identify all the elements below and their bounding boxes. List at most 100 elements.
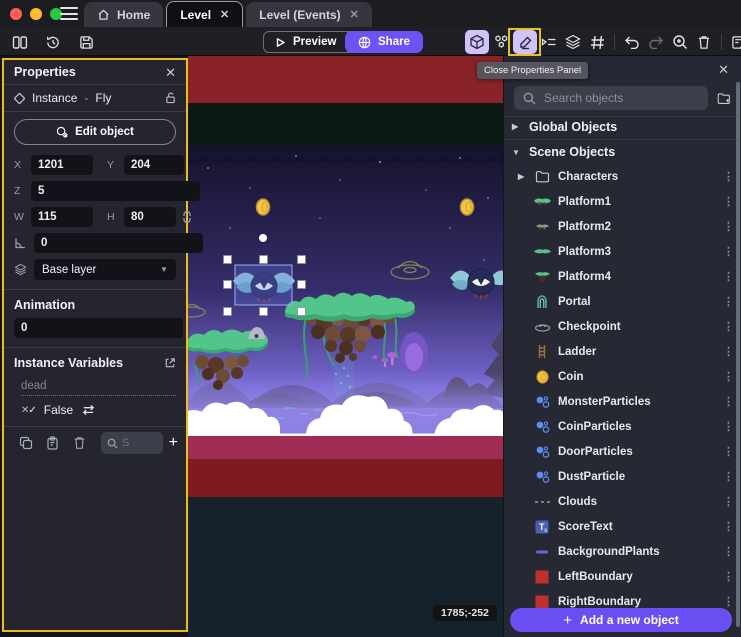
object-item-doorparticles[interactable]: ▶ DoorParticles ⋮: [504, 439, 741, 464]
object-menu-icon[interactable]: ⋮: [723, 220, 733, 233]
angle-field[interactable]: [34, 233, 203, 253]
object-menu-icon[interactable]: ⋮: [723, 395, 733, 408]
close-tab-icon[interactable]: ✕: [220, 8, 229, 21]
object-item-platform3[interactable]: ▶ Platform3 ⋮: [504, 239, 741, 264]
rotation-angle-icon: [14, 237, 28, 249]
object-menu-icon[interactable]: ⋮: [723, 295, 733, 308]
object-menu-icon[interactable]: ⋮: [723, 170, 733, 183]
tab-bar: Home Level ✕ Level (Events) ✕: [84, 1, 372, 27]
object-menu-icon[interactable]: ⋮: [723, 495, 733, 508]
trash-icon[interactable]: [66, 436, 93, 450]
add-object-button[interactable]: + Add a new object: [510, 608, 732, 632]
object-item-clouds[interactable]: ▶ Clouds ⋮: [504, 489, 741, 514]
instance-icon: [14, 93, 25, 104]
layers-icon[interactable]: [561, 30, 585, 54]
variables-search-input[interactable]: [122, 437, 146, 449]
variable-name[interactable]: dead: [21, 380, 176, 396]
3d-view-icon[interactable]: [465, 30, 489, 54]
properties-panel-icon[interactable]: [513, 30, 537, 54]
close-window-button[interactable]: [10, 8, 22, 20]
copy-icon[interactable]: [12, 436, 39, 450]
red-square-icon: [532, 569, 552, 585]
zoom-in-icon[interactable]: [668, 30, 692, 54]
close-objects-icon[interactable]: ✕: [718, 62, 729, 78]
object-item-backgroundplants[interactable]: ▶ BackgroundPlants ⋮: [504, 539, 741, 564]
redo-icon[interactable]: [644, 30, 668, 54]
open-variables-editor-icon[interactable]: [164, 357, 176, 369]
minimize-window-button[interactable]: [30, 8, 42, 20]
object-item-monsterparticles[interactable]: ▶ MonsterParticles ⋮: [504, 389, 741, 414]
object-menu-icon[interactable]: ⋮: [723, 520, 733, 533]
tab-home[interactable]: Home: [84, 2, 163, 27]
width-field[interactable]: [31, 207, 93, 227]
object-item-checkpoint[interactable]: ▶ Checkpoint ⋮: [504, 314, 741, 339]
panels-layout-icon[interactable]: [8, 32, 32, 52]
scene-canvas[interactable]: 1785;-252: [188, 56, 503, 637]
object-item-scoretext[interactable]: ▶ Tx ScoreText ⋮: [504, 514, 741, 539]
object-menu-icon[interactable]: ⋮: [723, 370, 733, 383]
object-menu-icon[interactable]: ⋮: [723, 270, 733, 283]
scene-properties-icon[interactable]: [727, 30, 741, 54]
toggle-value-icon[interactable]: [81, 404, 96, 416]
object-menu-icon[interactable]: ⋮: [723, 320, 733, 333]
object-menu-icon[interactable]: ⋮: [723, 470, 733, 483]
history-icon[interactable]: [41, 32, 65, 52]
share-button[interactable]: Share: [345, 31, 423, 53]
object-menu-icon[interactable]: ⋮: [723, 595, 733, 608]
object-menu-icon[interactable]: ⋮: [723, 245, 733, 258]
object-item-dustparticle[interactable]: ▶ DustParticle ⋮: [504, 464, 741, 489]
tab-level[interactable]: Level ✕: [166, 1, 243, 27]
close-tab-icon[interactable]: ✕: [350, 8, 359, 21]
add-folder-icon[interactable]: [717, 91, 731, 106]
paste-icon[interactable]: [39, 436, 66, 450]
variable-value: False: [44, 403, 73, 417]
link-dimensions-icon[interactable]: [182, 210, 196, 224]
main-menu-icon[interactable]: [60, 7, 78, 20]
edit-object-icon: [56, 126, 68, 138]
undo-icon[interactable]: [620, 30, 644, 54]
object-menu-icon[interactable]: ⋮: [723, 445, 733, 458]
close-properties-icon[interactable]: ✕: [165, 66, 176, 79]
object-menu-icon[interactable]: ⋮: [723, 570, 733, 583]
unlock-icon[interactable]: [165, 92, 176, 104]
object-menu-icon[interactable]: ⋮: [723, 345, 733, 358]
group-scene-objects[interactable]: ▼ Scene Objects: [504, 139, 741, 164]
height-field[interactable]: [124, 207, 176, 227]
variables-search[interactable]: [101, 432, 163, 454]
object-item-ladder[interactable]: ▶ Ladder ⋮: [504, 339, 741, 364]
objects-scrollbar[interactable]: [736, 82, 740, 627]
delete-icon[interactable]: [692, 30, 716, 54]
object-menu-icon[interactable]: ⋮: [723, 420, 733, 433]
variable-value-row[interactable]: ✕✓ False: [21, 403, 176, 417]
objects-list: ▶ Characters ⋮ ▶ Platform1 ⋮ ▶ Platform2…: [504, 164, 741, 614]
grid-icon[interactable]: [585, 30, 609, 54]
z-order-field[interactable]: [31, 181, 200, 201]
object-item-coinparticles[interactable]: ▶ CoinParticles ⋮: [504, 414, 741, 439]
object-item-characters[interactable]: ▶ Characters ⋮: [504, 164, 741, 189]
object-menu-icon[interactable]: ⋮: [723, 545, 733, 558]
layer-select[interactable]: Base layer ▼: [34, 259, 176, 280]
instances-list-icon[interactable]: [537, 30, 561, 54]
objects-search-input[interactable]: [544, 91, 699, 105]
add-variable-icon[interactable]: +: [169, 434, 178, 452]
y-position-field[interactable]: [124, 155, 184, 175]
group-global-objects[interactable]: ▶ Global Objects: [504, 114, 741, 139]
tab-level-events[interactable]: Level (Events) ✕: [246, 2, 372, 27]
object-item-portal[interactable]: ▶ Portal ⋮: [504, 289, 741, 314]
objects-search[interactable]: [514, 86, 708, 110]
object-item-platform4[interactable]: ▶ Platform4 ⋮: [504, 264, 741, 289]
object-item-leftboundary[interactable]: ▶ LeftBoundary ⋮: [504, 564, 741, 589]
caret-right-icon: ▶: [518, 172, 526, 181]
object-item-coin[interactable]: ▶ Coin ⋮: [504, 364, 741, 389]
animation-field[interactable]: [14, 318, 183, 338]
edit-object-button[interactable]: Edit object: [14, 119, 176, 145]
object-menu-icon[interactable]: ⋮: [723, 195, 733, 208]
object-groups-icon[interactable]: [489, 30, 513, 54]
coin-sprite[interactable]: [257, 199, 270, 215]
object-item-platform1[interactable]: ▶ Platform1 ⋮: [504, 189, 741, 214]
object-item-platform2[interactable]: ▶ Platform2 ⋮: [504, 214, 741, 239]
coin-sprite[interactable]: [461, 199, 474, 215]
save-icon[interactable]: [74, 32, 98, 52]
portal-icon: [532, 294, 552, 310]
x-position-field[interactable]: [31, 155, 93, 175]
